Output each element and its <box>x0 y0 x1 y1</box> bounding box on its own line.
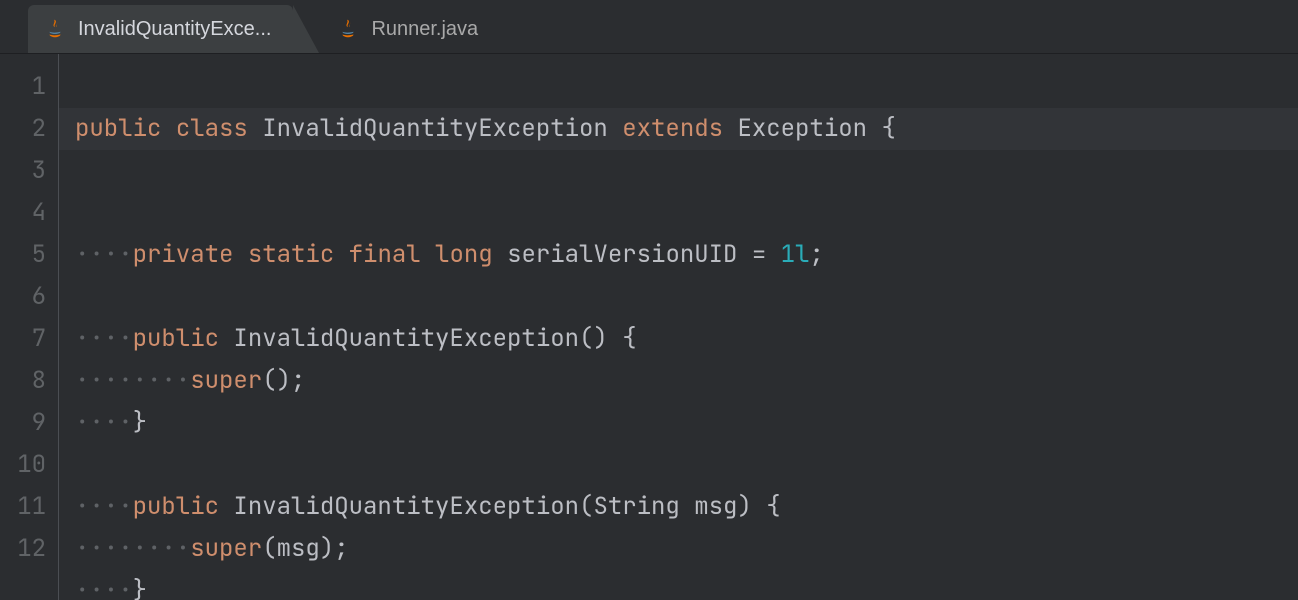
code-editor[interactable]: 1 2 3 4 5 6 7 8 9 10 11 12 public class … <box>0 54 1298 600</box>
code-line: ····} <box>75 407 147 438</box>
tab-runner-java[interactable]: Runner.java <box>321 5 500 53</box>
tab-bar: InvalidQuantityExce... Runner.java <box>0 0 1298 54</box>
tab-label: InvalidQuantityExce... <box>78 18 271 41</box>
code-area[interactable]: public class InvalidQuantityException ex… <box>58 54 1298 600</box>
code-line: ········super(); <box>75 365 305 396</box>
code-line: public class InvalidQuantityException ex… <box>59 108 1298 150</box>
code-line: ····} <box>75 575 147 600</box>
code-line: ····private static final long serialVers… <box>75 239 824 270</box>
tab-invalid-quantity-exception[interactable]: InvalidQuantityExce... <box>28 5 293 53</box>
tab-label: Runner.java <box>371 18 478 41</box>
line-gutter: 1 2 3 4 5 6 7 8 9 10 11 12 <box>0 54 58 600</box>
code-line: ····public InvalidQuantityException(Stri… <box>75 491 781 522</box>
java-icon <box>44 18 66 40</box>
code-line: ····public InvalidQuantityException() { <box>75 323 637 354</box>
code-line: ········super(msg); <box>75 533 349 564</box>
java-icon <box>337 18 359 40</box>
